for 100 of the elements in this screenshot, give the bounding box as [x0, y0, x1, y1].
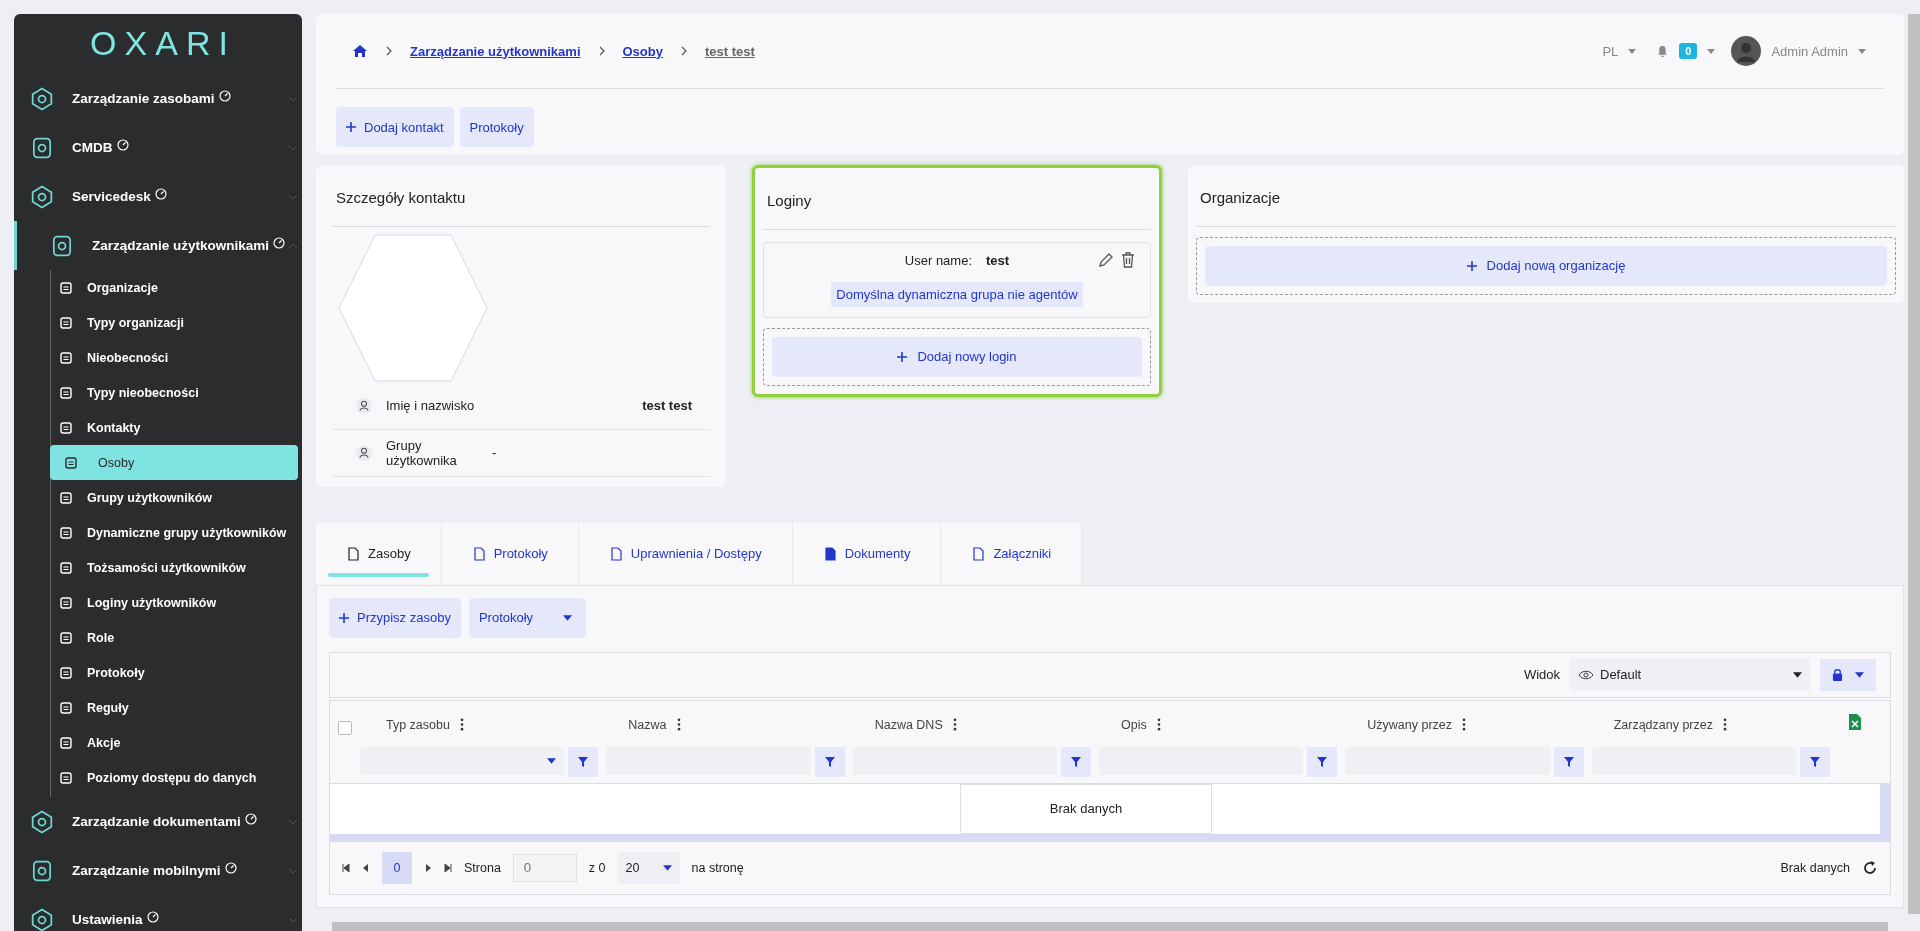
field-label: Grupy użytkownika — [386, 437, 458, 468]
home-icon[interactable] — [352, 43, 368, 59]
filter-button[interactable] — [1553, 746, 1584, 777]
kebab-icon[interactable] — [952, 718, 957, 732]
filter-button[interactable] — [1307, 746, 1338, 777]
select-all-checkbox[interactable] — [338, 720, 352, 735]
sidebar-item[interactable]: Zarządzanie użytkownikami — [14, 221, 302, 270]
filter-button[interactable] — [568, 746, 599, 777]
sidebar-subitem[interactable]: Osoby — [50, 445, 298, 480]
sidebar-subitem[interactable]: Grupy użytkowników — [51, 480, 298, 515]
table-horizontal-scrollbar[interactable] — [330, 833, 1890, 842]
sidebar-subitem[interactable]: Poziomy dostępu do danych — [51, 760, 298, 795]
gauge-icon — [244, 812, 257, 825]
page-count: z 0 — [588, 860, 606, 875]
document-icon — [822, 546, 837, 561]
page-number[interactable]: 0 — [382, 851, 412, 884]
spreadsheet-icon[interactable] — [1847, 712, 1862, 731]
filter-button[interactable] — [1799, 746, 1830, 777]
sidebar-subitem[interactable]: Protokoły — [51, 655, 298, 690]
filter-button[interactable] — [814, 746, 845, 777]
sidebar-item[interactable]: Zarządzanie dokumentami — [14, 797, 302, 846]
status-text: Brak danych — [1780, 860, 1850, 875]
column-header[interactable]: Nazwa DNS — [874, 717, 943, 732]
gauge-icon — [146, 910, 159, 923]
filter-icon — [1316, 755, 1329, 768]
tab[interactable]: Dokumenty — [792, 522, 942, 585]
small-icon — [59, 350, 73, 365]
page-size-select[interactable]: 20 — [617, 851, 680, 884]
page-field[interactable]: 0 — [512, 853, 577, 882]
sidebar-subitem[interactable]: Role — [51, 620, 298, 655]
lock-icon — [1832, 668, 1843, 682]
caret-icon[interactable] — [1707, 48, 1716, 54]
kebab-icon[interactable] — [1723, 718, 1727, 732]
avatar-icon[interactable] — [1731, 36, 1762, 66]
add-login-button[interactable]: Dodaj nowy login — [772, 336, 1142, 377]
vertical-scrollbar[interactable] — [1908, 14, 1920, 914]
sidebar-subitem[interactable]: Kontakty — [51, 410, 298, 445]
column-header[interactable]: Używany przez — [1367, 717, 1453, 732]
sidebar-subitem[interactable]: Nieobecności — [51, 340, 298, 375]
caret-icon — [563, 614, 573, 621]
sidebar-subitem[interactable]: Typy nieobecności — [51, 375, 298, 410]
assign-button[interactable]: Przypisz zasoby — [329, 597, 461, 638]
sidebar-item[interactable]: Zarządzanie zasobami — [14, 74, 302, 123]
tab[interactable]: Uprawnienia / Dostępy — [578, 522, 793, 585]
next-page-icon[interactable] — [424, 863, 432, 872]
table-vertical-scrollbar[interactable] — [1880, 783, 1890, 834]
logo: OXARI — [89, 24, 237, 64]
tab[interactable]: Protokoły — [441, 522, 579, 585]
sidebar-item[interactable]: Ustawienia — [14, 895, 302, 931]
sidebar-subitem[interactable]: Dynamiczne grupy użytkowników — [51, 515, 298, 550]
tab[interactable]: Zasoby — [316, 522, 442, 585]
kebab-icon[interactable] — [676, 718, 681, 732]
sidebar-item[interactable]: CMDB — [14, 123, 302, 172]
group-tag[interactable]: Domyślna dynamiczna grupa nie agentów — [831, 281, 1083, 307]
protocols-dropdown[interactable]: Protokoły — [468, 597, 587, 638]
card-title: Loginy — [763, 167, 1151, 230]
column-header[interactable]: Nazwa — [628, 717, 667, 732]
horizontal-scrollbar[interactable] — [332, 921, 1888, 931]
lock-dropdown[interactable] — [1820, 658, 1876, 691]
kebab-icon[interactable] — [1462, 718, 1467, 732]
view-select[interactable]: Default — [1570, 658, 1810, 691]
sidebar-subitem[interactable]: Reguły — [51, 690, 298, 725]
filter-button[interactable] — [1061, 746, 1091, 777]
filter-field[interactable] — [360, 746, 565, 775]
sidebar-subitem[interactable]: Akcje — [51, 725, 298, 760]
person-icon — [356, 397, 372, 414]
document-icon — [471, 546, 486, 561]
column-header[interactable]: Zarządzany przez — [1613, 717, 1713, 732]
user-menu[interactable]: Admin Admin — [1771, 43, 1848, 59]
caret-icon[interactable] — [1628, 48, 1637, 54]
column-header[interactable]: Typ zasobu — [386, 717, 450, 732]
add-organization-button[interactable]: Dodaj nową organizację — [1205, 245, 1887, 286]
breadcrumb-link[interactable]: Osoby — [622, 43, 663, 59]
refresh-icon[interactable] — [1862, 859, 1878, 876]
per-page-label: na stronę — [691, 860, 744, 875]
gauge-icon — [273, 236, 286, 249]
first-page-icon[interactable] — [342, 863, 350, 872]
breadcrumb-link[interactable]: test test — [704, 43, 755, 59]
sidebar-item[interactable]: Zarządzanie mobilnymi — [14, 846, 302, 895]
breadcrumb-link[interactable]: Zarządzanie użytkownikami — [410, 43, 581, 59]
kebab-icon[interactable] — [459, 718, 464, 732]
caret-icon[interactable] — [1858, 48, 1866, 54]
sidebar-item[interactable]: Servicedesk — [14, 172, 302, 221]
action-button[interactable]: Protokoły — [459, 107, 534, 147]
user-name-label: User name: — [904, 252, 973, 268]
last-page-icon[interactable] — [444, 863, 452, 872]
filter-icon — [1070, 755, 1082, 768]
field-value: - — [492, 445, 497, 461]
sidebar-subitem[interactable]: Organizacje — [51, 270, 298, 305]
plus-icon — [339, 612, 349, 623]
action-button[interactable]: Dodaj kontakt — [336, 107, 454, 147]
sidebar-subitem[interactable]: Loginy użytkowników — [51, 585, 298, 620]
sidebar-subitem[interactable]: Typy organizacji — [51, 305, 298, 340]
sidebar-subitem[interactable]: Tożsamości użytkowników — [51, 550, 298, 585]
column-header[interactable]: Opis — [1121, 717, 1147, 732]
tab[interactable]: Załączniki — [941, 522, 1083, 585]
previous-page-icon[interactable] — [362, 863, 370, 872]
kebab-icon[interactable] — [1156, 718, 1161, 732]
small-icon — [59, 735, 73, 750]
bell-icon[interactable] — [1656, 44, 1670, 58]
